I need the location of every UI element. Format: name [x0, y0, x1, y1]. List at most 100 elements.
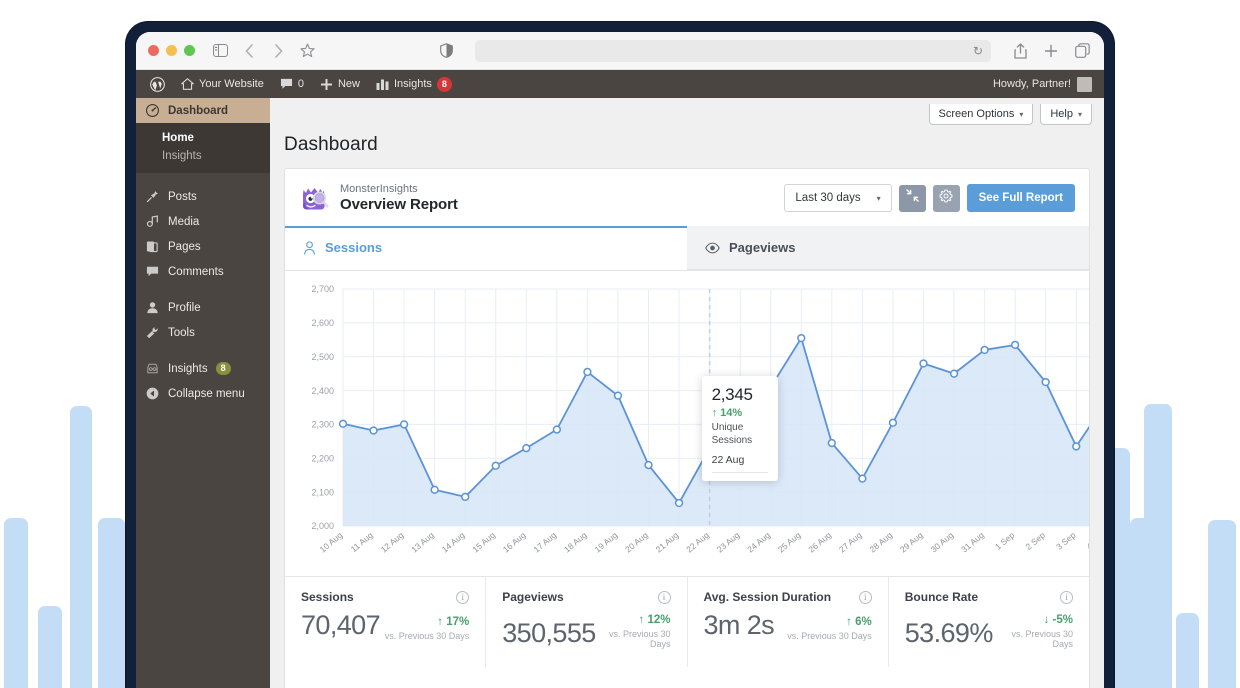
- sidebar-item-label: Dashboard: [168, 104, 229, 117]
- new-item[interactable]: New: [312, 70, 368, 98]
- chart-data-point[interactable]: [613, 391, 623, 400]
- shield-icon[interactable]: [436, 41, 456, 61]
- info-icon[interactable]: i: [456, 590, 470, 604]
- chart-data-point[interactable]: [858, 474, 867, 483]
- chart-data-point[interactable]: [644, 460, 653, 470]
- trend-up-icon: ↑: [437, 616, 444, 628]
- chart-data-point[interactable]: [338, 419, 348, 428]
- see-full-report-button[interactable]: See Full Report: [966, 184, 1075, 212]
- sidebar-item-label: Pages: [168, 240, 201, 253]
- chart-data-point[interactable]: [369, 426, 378, 435]
- forward-icon[interactable]: [268, 41, 288, 61]
- sidebar-item-label: Comments: [168, 265, 224, 278]
- site-name-item[interactable]: Your Website: [173, 70, 272, 98]
- howdy-label: Howdy, Partner!: [992, 78, 1071, 90]
- chart-data-point[interactable]: [491, 461, 500, 470]
- info-icon[interactable]: i: [858, 590, 872, 604]
- info-icon[interactable]: i: [657, 590, 671, 604]
- chart-data-point[interactable]: [888, 418, 898, 427]
- share-icon[interactable]: [1010, 41, 1030, 61]
- plus-icon[interactable]: [1041, 41, 1061, 61]
- info-icon[interactable]: i: [1060, 590, 1073, 604]
- minimize-window-button[interactable]: [166, 45, 177, 56]
- submenu-item-insights[interactable]: Insights: [136, 147, 270, 165]
- chart-data-point[interactable]: [430, 485, 439, 494]
- sidebar-item-comments[interactable]: Comments: [136, 259, 270, 284]
- close-window-button[interactable]: [148, 45, 159, 56]
- tab-pageviews[interactable]: Pageviews: [687, 226, 1089, 270]
- address-bar[interactable]: ↻: [475, 39, 991, 62]
- monsterinsights-icon: [145, 362, 160, 375]
- stat-title: Bounce Rate: [904, 590, 979, 604]
- chart-data-point[interactable]: [980, 345, 989, 355]
- settings-button[interactable]: [932, 184, 960, 212]
- chart-data-point[interactable]: [583, 367, 592, 377]
- brand-subtitle: MonsterInsights: [340, 183, 418, 196]
- trend-down-icon: ↓: [1043, 614, 1050, 626]
- tooltip-value: 2,345: [711, 385, 753, 405]
- background-bar: [4, 518, 28, 688]
- sidebar-item-insights[interactable]: Insights 8: [136, 356, 270, 381]
- site-name-label: Your Website: [199, 78, 264, 90]
- maximize-window-button[interactable]: [184, 45, 195, 56]
- tooltip-change-value: 14%: [720, 407, 743, 420]
- panel-actions: Last 30 days ▾ See Full Report: [784, 184, 1075, 212]
- sidebar-item-media[interactable]: Media: [136, 209, 270, 234]
- chart-data-point[interactable]: [949, 369, 959, 378]
- browser-toolbar: ↻: [136, 32, 1104, 70]
- tooltip-metric: Unique Sessions: [711, 422, 753, 446]
- chart-data-point[interactable]: [674, 498, 684, 508]
- plus-icon: [320, 78, 333, 91]
- screen-options-button[interactable]: Screen Options ▾: [928, 104, 1034, 125]
- sidebar-item-posts[interactable]: Posts: [136, 184, 270, 209]
- sidebar-icon[interactable]: [210, 41, 230, 61]
- chart-data-point[interactable]: [797, 333, 806, 343]
- stat-title: Pageviews: [502, 590, 564, 604]
- sidebar-item-pages[interactable]: Pages: [136, 234, 270, 259]
- new-label: New: [337, 78, 360, 90]
- help-button[interactable]: Help ▾: [1040, 104, 1092, 125]
- chart-data-point[interactable]: [522, 443, 531, 453]
- submenu-item-home[interactable]: Home: [136, 129, 270, 147]
- sidebar-item-profile[interactable]: Profile: [136, 295, 270, 320]
- chart-data-point[interactable]: [1072, 442, 1081, 451]
- dashboard-icon: [145, 104, 160, 117]
- chart-data-point[interactable]: [399, 420, 409, 429]
- chart-data-point[interactable]: [1041, 377, 1050, 387]
- panel-header: MonsterInsights Overview Report Last 30 …: [285, 169, 1089, 226]
- star-icon[interactable]: [297, 41, 317, 61]
- stat-card-sessions: Sessions i 70,407 ↑ 17% vs. Previous 30 …: [285, 577, 487, 667]
- x-axis-tick: 16 Aug: [501, 530, 528, 555]
- chart-data-point[interactable]: [552, 425, 562, 434]
- chart-data-point[interactable]: [827, 438, 836, 448]
- stat-vs-label: vs. Previous 30 Days: [384, 631, 470, 641]
- x-axis-tick: 20 Aug: [623, 530, 650, 555]
- gear-icon: [939, 189, 953, 208]
- back-icon[interactable]: [239, 41, 259, 61]
- sidebar-item-dashboard[interactable]: Dashboard: [136, 98, 272, 123]
- window-traffic-lights[interactable]: [148, 45, 195, 56]
- sidebar-item-label: Insights: [168, 362, 208, 375]
- howdy-item[interactable]: Howdy, Partner!: [992, 76, 1098, 92]
- stat-value: 3m 2s: [703, 610, 775, 640]
- chart-data-point[interactable]: [461, 492, 470, 502]
- sidebar-item-tools[interactable]: Tools: [136, 320, 270, 345]
- trend-up-icon: ↑: [638, 614, 645, 626]
- tab-sessions[interactable]: Sessions: [285, 226, 687, 270]
- shrink-arrows-button[interactable]: [898, 184, 926, 212]
- tabs-icon[interactable]: [1072, 41, 1092, 61]
- monsterinsights-overview-panel: MonsterInsights Overview Report Last 30 …: [284, 168, 1090, 688]
- comments-item[interactable]: 0: [272, 70, 312, 98]
- home-icon: [181, 78, 194, 90]
- reload-icon[interactable]: ↻: [973, 44, 983, 58]
- chart-data-point[interactable]: [1010, 340, 1020, 350]
- stat-title: Avg. Session Duration: [703, 590, 832, 604]
- chart-data-point[interactable]: [919, 359, 928, 368]
- sidebar-item-collapse-menu[interactable]: Collapse menu: [136, 381, 270, 406]
- eye-icon: [705, 242, 720, 254]
- comment-bubble-icon: [280, 78, 293, 90]
- sessions-chart[interactable]: 2,000 2,100 2,200 2,300 2,400 2,500 2,600 2,700…: [285, 271, 1089, 576]
- wordpress-logo-icon[interactable]: [142, 70, 173, 98]
- insights-item[interactable]: Insights 8: [368, 70, 460, 98]
- date-range-select[interactable]: Last 30 days ▾: [784, 184, 892, 212]
